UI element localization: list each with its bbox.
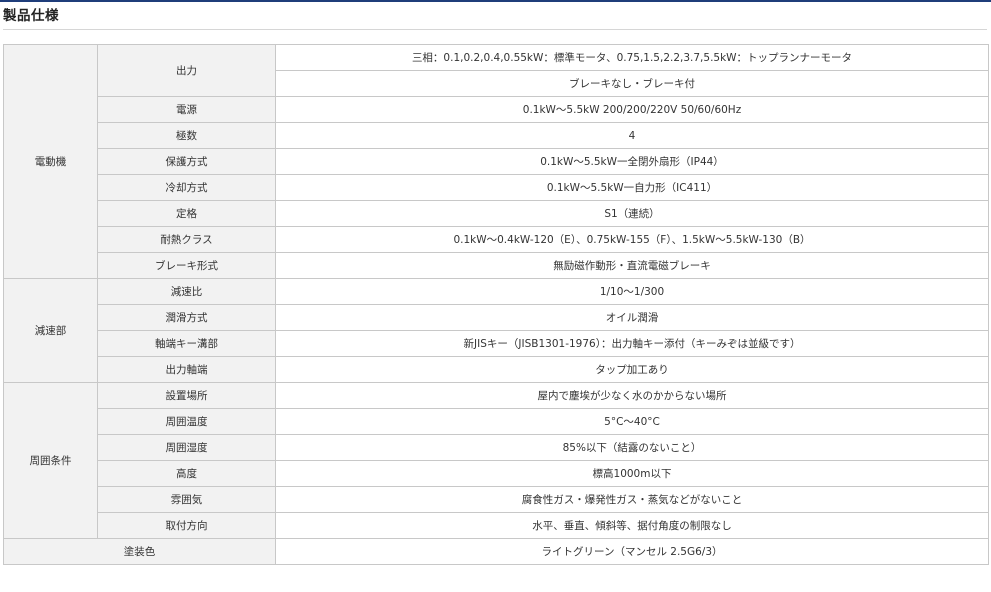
table-row: 軸端キー溝部 新JISキー（JISB1301-1976）：出力軸キー添付（キーみ…: [4, 330, 989, 357]
table-row: 定格 S1（連続）: [4, 200, 989, 227]
table-row: 極数 4: [4, 122, 989, 149]
spec-table: 電動機 出力 三相：0.1,0.2,0.4,0.55kW：標準モータ、0.75,…: [3, 44, 989, 565]
row-label-brake-type: ブレーキ形式: [97, 252, 276, 279]
table-row: 保護方式 0.1kW～5.5kW一全閉外扇形（IP44）: [4, 148, 989, 175]
table-row: 潤滑方式 オイル潤滑: [4, 304, 989, 331]
row-value-shaft-key: 新JISキー（JISB1301-1976）：出力軸キー添付（キーみぞは並級です）: [275, 330, 989, 357]
top-accent-line: [0, 0, 991, 2]
row-label-rating: 定格: [97, 200, 276, 227]
row-label-lubrication: 潤滑方式: [97, 304, 276, 331]
row-value-lubrication: オイル潤滑: [275, 304, 989, 331]
heading-divider: [3, 29, 987, 30]
row-value-ratio: 1/10～1/300: [275, 278, 989, 305]
row-label-atmosphere: 雰囲気: [97, 486, 276, 513]
table-row: 周囲条件 設置場所 屋内で塵埃が少なく水のかからない場所: [3, 382, 989, 539]
row-label-location: 設置場所: [97, 382, 276, 409]
group-reducer: 減速部: [3, 278, 98, 383]
row-label-ambient-temp: 周囲温度: [97, 408, 276, 435]
row-label-mounting: 取付方向: [97, 512, 276, 539]
table-row: 取付方向 水平、垂直、傾斜等、据付角度の制限なし: [4, 512, 989, 539]
row-value-protection: 0.1kW～5.5kW一全閉外扇形（IP44）: [275, 148, 989, 175]
row-value-output-2: ブレーキなし・ブレーキ付: [275, 70, 989, 97]
table-row: 高度 標高1000m以下: [4, 460, 989, 487]
row-label-protection: 保護方式: [97, 148, 276, 175]
row-label-heat-class: 耐熱クラス: [97, 226, 276, 253]
row-label-poles: 極数: [97, 122, 276, 149]
row-label-output-shaft-end: 出力軸端: [97, 356, 276, 383]
table-row: 雰囲気 腐食性ガス・爆発性ガス・蒸気などがないこと: [4, 486, 989, 513]
row-value-brake-type: 無励磁作動形・直流電磁ブレーキ: [275, 252, 989, 279]
group-environment: 周囲条件: [3, 382, 98, 539]
row-label-ambient-humidity: 周囲湿度: [97, 434, 276, 461]
row-value-output-1: 三相：0.1,0.2,0.4,0.55kW：標準モータ、0.75,1.5,2.2…: [275, 44, 989, 71]
table-row: 周囲湿度 85%以下（結露のないこと）: [4, 434, 989, 461]
section-heading: 製品仕様: [3, 8, 59, 24]
row-label-cooling: 冷却方式: [97, 174, 276, 201]
table-row: 減速部 減速比 1/10～1/300: [3, 278, 989, 383]
row-value-atmosphere: 腐食性ガス・爆発性ガス・蒸気などがないこと: [275, 486, 989, 513]
table-row: ブレーキ形式 無励磁作動形・直流電磁ブレーキ: [4, 252, 989, 279]
row-value-rating: S1（連続）: [275, 200, 989, 227]
row-value-paint: ライトグリーン（マンセル 2.5G6/3）: [275, 538, 989, 565]
row-label-output: 出力: [97, 44, 276, 97]
table-row: 塗装色 ライトグリーン（マンセル 2.5G6/3）: [3, 538, 989, 565]
table-row: 耐熱クラス 0.1kW～0.4kW-120（E）、0.75kW-155（F）、1…: [4, 226, 989, 253]
row-label-shaft-key: 軸端キー溝部: [97, 330, 276, 357]
row-value-output-shaft-end: タップ加工あり: [275, 356, 989, 383]
row-value-poles: 4: [275, 122, 989, 149]
table-row: 出力軸端 タップ加工あり: [4, 356, 989, 383]
row-label-ratio: 減速比: [97, 278, 276, 305]
row-value-mounting: 水平、垂直、傾斜等、据付角度の制限なし: [275, 512, 989, 539]
row-label-power: 電源: [97, 96, 276, 123]
row-value-cooling: 0.1kW～5.5kW一自力形（IC411）: [275, 174, 989, 201]
row-value-ambient-temp: 5°C～40°C: [275, 408, 989, 435]
row-value-heat-class: 0.1kW～0.4kW-120（E）、0.75kW-155（F）、1.5kW～5…: [275, 226, 989, 253]
row-value-altitude: 標高1000m以下: [275, 460, 989, 487]
row-value-location: 屋内で塵埃が少なく水のかからない場所: [275, 382, 989, 409]
table-row: 冷却方式 0.1kW～5.5kW一自力形（IC411）: [4, 174, 989, 201]
table-row: 電源 0.1kW～5.5kW 200/200/220V 50/60/60Hz: [4, 96, 989, 123]
row-value-power: 0.1kW～5.5kW 200/200/220V 50/60/60Hz: [275, 96, 989, 123]
table-row: 周囲温度 5°C～40°C: [4, 408, 989, 435]
row-label-altitude: 高度: [97, 460, 276, 487]
table-row: 電動機 出力 三相：0.1,0.2,0.4,0.55kW：標準モータ、0.75,…: [3, 44, 989, 279]
group-paint-color: 塗装色: [3, 538, 276, 565]
row-value-ambient-humidity: 85%以下（結露のないこと）: [275, 434, 989, 461]
group-motor: 電動機: [3, 44, 98, 279]
